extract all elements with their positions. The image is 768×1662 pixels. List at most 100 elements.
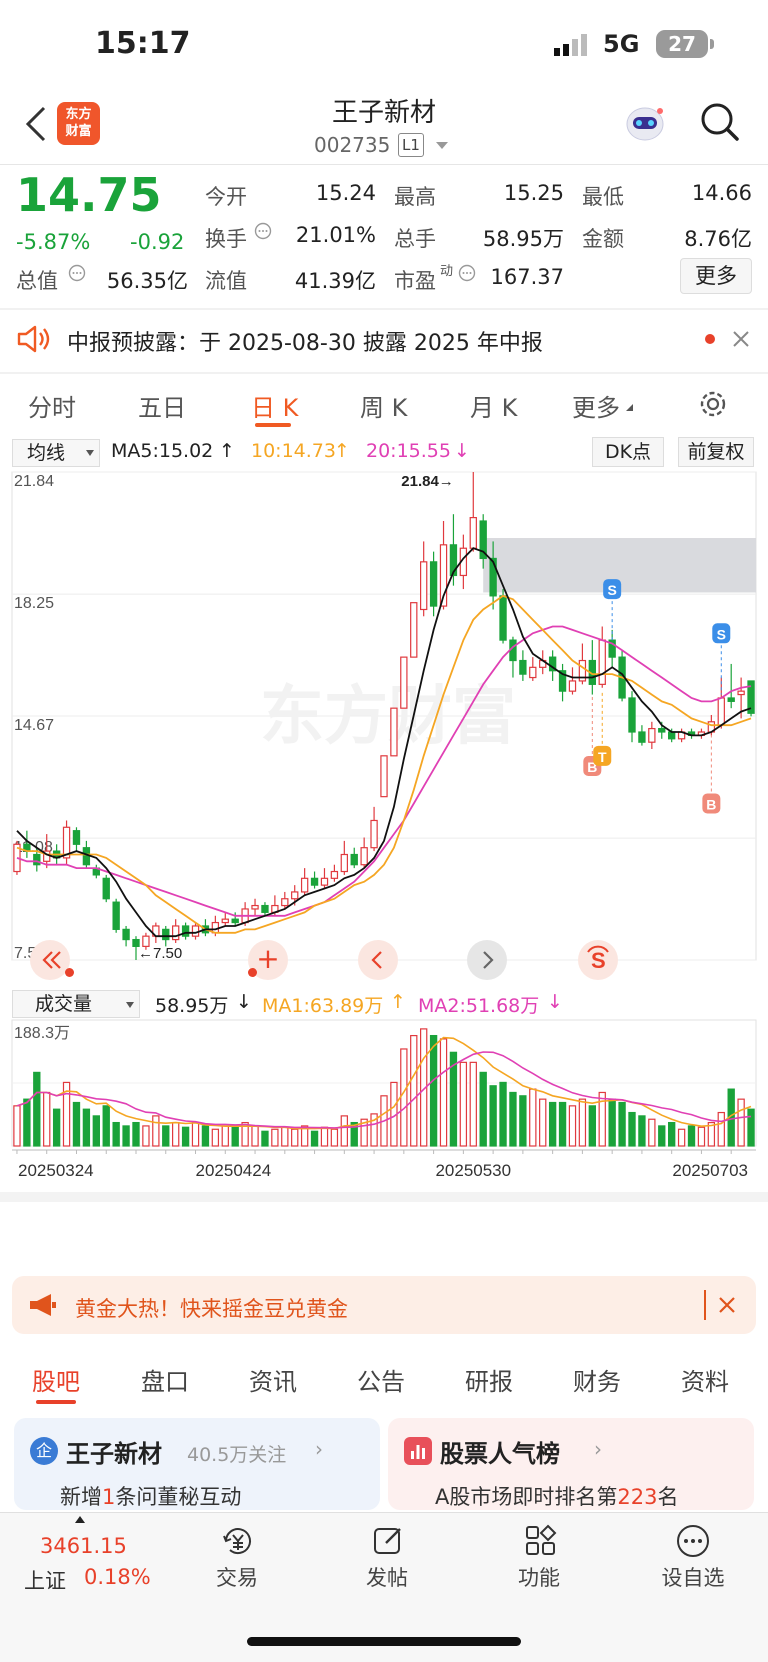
tab-daily-k[interactable]: 日 K <box>251 388 298 423</box>
candle-body <box>429 561 438 607</box>
volume-bar <box>92 1115 100 1147</box>
volume-bar <box>271 1128 279 1147</box>
candle-body <box>370 819 378 849</box>
volume-select[interactable]: 成交量 <box>12 990 140 1018</box>
volume-bar <box>181 1126 190 1147</box>
candle-body <box>221 918 229 924</box>
battery-icon: 27 <box>656 30 708 58</box>
level-badge[interactable]: L1 <box>398 133 424 157</box>
tab-more[interactable]: 更多 <box>572 388 620 423</box>
card-title: 王子新材 <box>66 1440 162 1468</box>
tab-finance[interactable]: 财务 <box>573 1362 621 1397</box>
rewind-button[interactable] <box>30 940 70 980</box>
tab-monthly-k[interactable]: 月 K <box>470 388 517 423</box>
volume-bar <box>737 1098 745 1147</box>
label-high: 最高 <box>394 185 436 209</box>
volume-bar <box>162 1125 170 1147</box>
volume-bar <box>340 1115 348 1147</box>
candle-body <box>380 755 388 798</box>
nav-trade[interactable]: 交易 <box>192 1562 282 1592</box>
candle-body <box>737 690 745 696</box>
adjust-button[interactable]: 前复权 <box>678 437 754 467</box>
tab-profile[interactable]: 资料 <box>681 1362 729 1397</box>
functions-grid-icon[interactable] <box>524 1524 558 1562</box>
candle-body <box>82 847 91 866</box>
index-change[interactable]: 0.18% <box>84 1565 151 1589</box>
volume-bar <box>231 1126 239 1147</box>
card-subtitle: 新增1条问董秘互动 <box>60 1481 241 1511</box>
label-turnover: 换手 <box>205 227 247 251</box>
tab-intraday[interactable]: 分时 <box>28 388 76 423</box>
nav-add-watchlist[interactable]: 设自选 <box>648 1562 738 1592</box>
tab-weekly-k[interactable]: 周 K <box>360 388 407 423</box>
y-tick-label: 14.67 <box>14 717 54 734</box>
label-amount: 金额 <box>582 227 624 251</box>
value-float-cap: 41.39亿 <box>294 269 376 293</box>
tab-announcements[interactable]: 公告 <box>357 1362 405 1397</box>
max-price-label: 21.84→ <box>401 473 454 490</box>
popularity-subtitle: A股市场即时排名第223名 <box>435 1481 678 1511</box>
tab-five-day[interactable]: 五日 <box>138 388 186 423</box>
close-icon[interactable] <box>718 1296 736 1318</box>
post-edit-icon[interactable] <box>372 1524 406 1562</box>
rank-chart-icon <box>404 1437 432 1465</box>
x-tick-label: 20250324 <box>18 1161 94 1180</box>
card-followers: 40.5万关注 <box>187 1444 287 1466</box>
trade-yen-icon[interactable] <box>218 1524 256 1562</box>
info-icon[interactable] <box>68 264 86 286</box>
volume-bar <box>479 1071 487 1147</box>
banner-text[interactable]: 黄金大热！快来摇金豆兑黄金 <box>75 1293 348 1323</box>
tab-guba[interactable]: 股吧 <box>32 1362 80 1397</box>
index-name[interactable]: 上证 <box>24 1565 66 1595</box>
nav-functions[interactable]: 功能 <box>494 1562 584 1592</box>
candle-body <box>568 680 577 692</box>
prev-button[interactable] <box>358 940 398 980</box>
notice-text[interactable]: 中报预披露：于 2025-08-30 披露 2025 年中报 <box>67 325 543 357</box>
caret-up-icon <box>75 1516 85 1523</box>
volume-bar <box>668 1121 676 1147</box>
volume-chart[interactable]: 188.3万 20250324 20250424 20250530 20250703 <box>0 1018 768 1268</box>
volume-bar <box>608 1098 616 1147</box>
caret-down-icon[interactable] <box>436 142 448 149</box>
dropdown-icon <box>126 1002 134 1008</box>
signal-toggle-button[interactable]: S <box>578 940 618 980</box>
robot-assistant-icon[interactable] <box>622 102 668 144</box>
more-quote-button[interactable]: 更多 <box>680 258 752 294</box>
volume-bar <box>132 1121 140 1147</box>
change-percent: -5.87% <box>16 230 91 254</box>
info-icon[interactable] <box>458 264 476 286</box>
next-button[interactable] <box>467 940 507 980</box>
volume-bar <box>52 1108 61 1147</box>
index-value[interactable]: 3461.15 <box>40 1534 127 1558</box>
search-icon[interactable] <box>700 102 740 142</box>
signal-label: T <box>598 749 607 765</box>
tab-news[interactable]: 资讯 <box>249 1362 297 1397</box>
candle-body <box>340 853 348 873</box>
kline-chart[interactable]: 21.8418.2514.6711.087.50东方财富21.84→←7.50S… <box>0 470 768 990</box>
candle-body <box>162 928 170 941</box>
volume-bar <box>33 1071 41 1147</box>
settings-gear-icon[interactable] <box>697 388 729 424</box>
nav-post[interactable]: 发帖 <box>342 1562 432 1592</box>
volume-bar <box>568 1105 577 1147</box>
tab-pankou[interactable]: 盘口 <box>141 1362 189 1397</box>
candle-body <box>72 830 81 845</box>
value-low: 14.66 <box>691 181 752 205</box>
add-watchlist-icon[interactable] <box>675 1524 711 1562</box>
dk-points-button[interactable]: DK点 <box>592 437 664 467</box>
volume-bar <box>251 1125 259 1147</box>
label-market-cap: 总值 <box>16 269 58 293</box>
current-price: 14.75 <box>16 168 162 222</box>
candle-body <box>33 853 41 866</box>
y-tick-label: 18.25 <box>14 595 54 612</box>
signal-s-icon: S <box>587 945 609 973</box>
close-icon[interactable] <box>732 330 750 352</box>
tab-research[interactable]: 研报 <box>465 1362 513 1397</box>
arrow-down-icon: ↓ <box>236 991 252 1013</box>
banner-divider <box>704 1290 706 1320</box>
arrow-up-icon: ↑ <box>390 991 406 1013</box>
company-badge: 企 <box>30 1437 58 1465</box>
volume-bar <box>410 1034 418 1147</box>
info-icon[interactable] <box>254 222 272 244</box>
volume-bar <box>677 1128 686 1147</box>
